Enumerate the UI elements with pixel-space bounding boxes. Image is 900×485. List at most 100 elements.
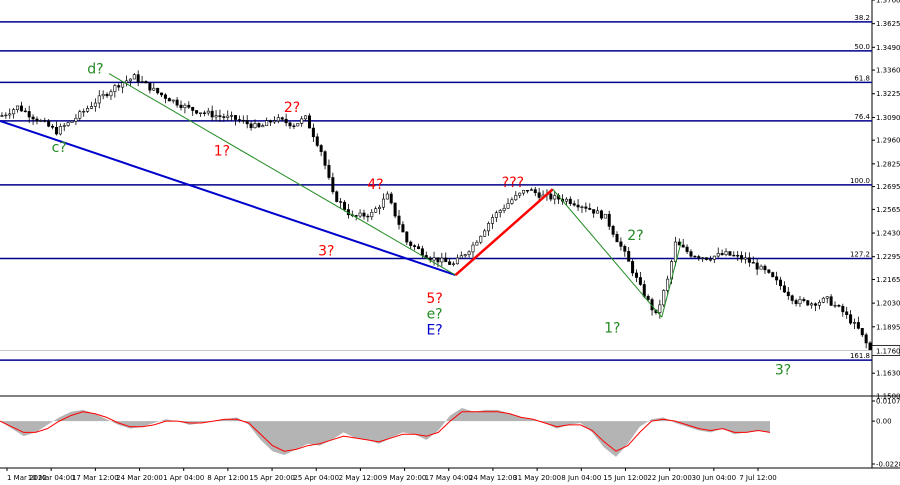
candle-body xyxy=(323,151,327,166)
candle-body xyxy=(705,257,709,260)
candle-body xyxy=(786,291,790,297)
candle-body xyxy=(413,245,417,247)
candle-body xyxy=(31,116,35,120)
candle-body xyxy=(498,210,502,214)
y-tick-label: 1.3625 xyxy=(876,20,900,28)
fib-level-label: 38.2 xyxy=(854,14,870,22)
candle-body xyxy=(101,93,105,97)
candle-body xyxy=(724,251,728,256)
y-tick-label: 1.1895 xyxy=(876,323,900,331)
candle-body xyxy=(132,74,136,80)
candle-body xyxy=(837,304,841,307)
candle-body xyxy=(261,125,265,128)
candle-body xyxy=(16,105,20,110)
wave-label: 2? xyxy=(627,228,643,244)
x-tick-label: 25 Apr 04:00 xyxy=(293,474,339,482)
candle-body xyxy=(564,198,568,202)
candle-body xyxy=(315,136,319,146)
candle-body xyxy=(385,193,389,200)
x-tick-label: 8 Apr 12:00 xyxy=(207,474,248,482)
candle-body xyxy=(226,115,230,118)
y-tick-label: 1.2825 xyxy=(876,160,900,168)
candle-body xyxy=(175,99,179,106)
candle-body xyxy=(592,209,596,214)
candle-body xyxy=(452,263,456,265)
wave-label: ??? xyxy=(502,175,524,191)
y-tick-label: 1.2430 xyxy=(876,230,900,238)
candle-body xyxy=(171,99,175,102)
candle-body xyxy=(856,322,860,329)
candle-body xyxy=(607,213,611,227)
wave-label: e? xyxy=(427,307,443,323)
candle-body xyxy=(615,234,619,243)
candle-body xyxy=(296,123,300,127)
candle-body xyxy=(603,213,607,219)
candle-body xyxy=(319,145,323,152)
candle-body xyxy=(638,277,642,285)
candle-body xyxy=(269,120,273,123)
candle-body xyxy=(257,123,261,128)
candle-body xyxy=(716,253,720,257)
wave-label: c? xyxy=(52,140,67,156)
candle-body xyxy=(51,125,55,128)
candle-body xyxy=(806,300,810,306)
candle-body xyxy=(440,257,444,263)
candle-body xyxy=(736,255,740,257)
candle-body xyxy=(825,296,829,299)
candle-body xyxy=(634,272,638,278)
candle-body xyxy=(681,244,685,248)
x-tick-label: 15 Apr 20:00 xyxy=(249,474,295,482)
candle-body xyxy=(494,212,498,218)
x-tick-label: 17 May 04:00 xyxy=(425,474,473,482)
candle-body xyxy=(580,206,584,209)
candle-body xyxy=(66,122,70,126)
candle-body xyxy=(152,87,156,91)
candle-body xyxy=(685,246,689,252)
candle-body xyxy=(720,253,724,256)
candle-body xyxy=(436,257,440,263)
candle-body xyxy=(276,117,280,122)
candle-body xyxy=(529,189,533,191)
candle-body xyxy=(821,297,825,303)
y-tick-label: 1.2695 xyxy=(876,183,900,191)
candle-body xyxy=(339,201,343,203)
candle-body xyxy=(775,276,779,281)
candle-body xyxy=(39,120,43,122)
candle-body xyxy=(109,91,113,97)
candle-body xyxy=(790,295,794,301)
y-tick-label: 1.2960 xyxy=(876,137,900,145)
y-tick-label: 1.2295 xyxy=(876,253,900,261)
x-tick-label: 17 Mar 12:00 xyxy=(72,474,119,482)
candle-body xyxy=(12,109,16,115)
candle-body xyxy=(817,301,821,306)
candle-body xyxy=(619,241,623,247)
candle-body xyxy=(829,296,833,306)
candle-body xyxy=(409,241,413,246)
candle-body xyxy=(156,87,160,94)
candle-body xyxy=(222,116,226,118)
wave-label: 3? xyxy=(775,363,791,379)
candle-body xyxy=(743,257,747,260)
fib-level-label: 161.8 xyxy=(850,352,870,360)
candle-body xyxy=(8,113,12,116)
forex-chart: 1.3760 1.3625 1.3490 1.3360 1.3225 1.3090 1.29… xyxy=(0,0,900,485)
candle-body xyxy=(479,235,483,243)
candle-body xyxy=(70,120,74,123)
candle-body xyxy=(167,98,171,102)
candle-body xyxy=(401,224,405,233)
candle-body xyxy=(510,199,514,204)
candle-body xyxy=(771,272,775,278)
candle-body xyxy=(455,257,459,265)
candle-body xyxy=(47,120,51,127)
candle-body xyxy=(366,215,370,218)
candle-body xyxy=(732,254,736,257)
candle-body xyxy=(358,212,362,217)
candle-body xyxy=(218,115,222,117)
candle-body xyxy=(627,251,631,262)
candle-body xyxy=(588,208,592,210)
candle-body xyxy=(483,230,487,237)
candle-body xyxy=(420,248,424,256)
candle-body xyxy=(463,254,467,257)
candle-body xyxy=(0,115,4,117)
candle-body xyxy=(300,118,304,124)
